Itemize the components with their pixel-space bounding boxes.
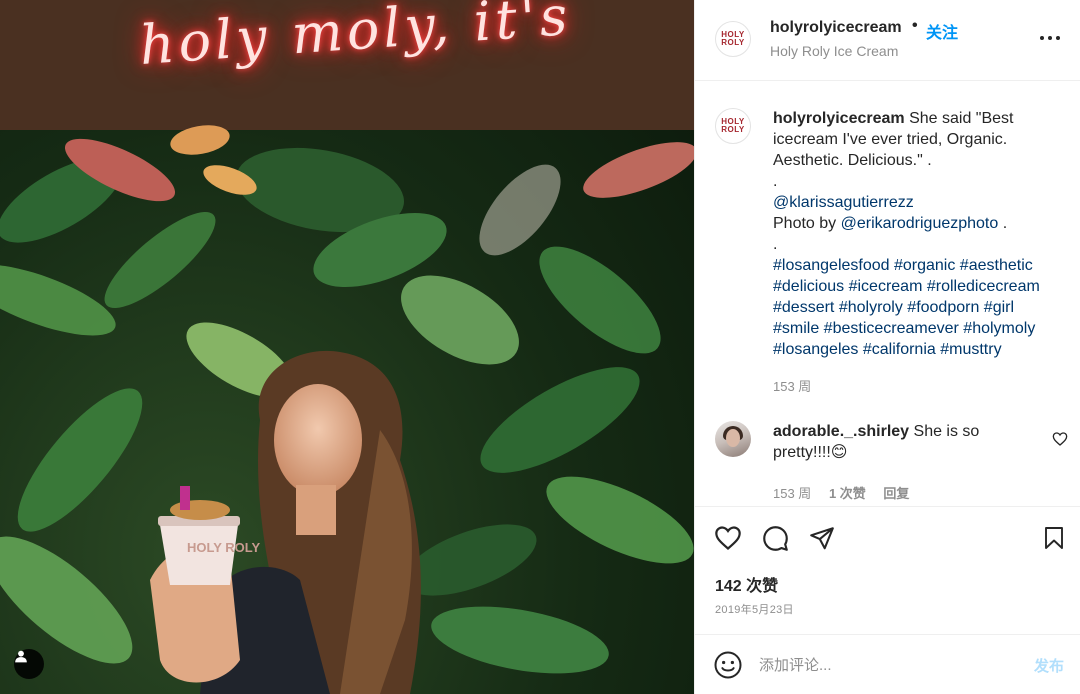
plant-wall-background: HOLY ROLY bbox=[0, 0, 694, 694]
more-options-button[interactable] bbox=[1036, 26, 1064, 50]
caption-text: . bbox=[773, 173, 778, 190]
comment: adorable._.shirley She is so pretty!!!!😊 bbox=[773, 421, 1023, 463]
hashtag-line[interactable]: #losangeles #california #musttry bbox=[773, 339, 1063, 360]
user-tag-button[interactable] bbox=[14, 649, 44, 679]
caption-text: icecream I've ever tried, Organic. bbox=[773, 131, 1008, 148]
post-detail-panel: HOLY ROLY holyrolyicecream • 关注 Holy Rol… bbox=[694, 0, 1080, 694]
hashtag-line[interactable]: #losangelesfood #organic #aesthetic bbox=[773, 255, 1063, 276]
comment-meta: 153 周 1 次赞 回复 bbox=[773, 483, 923, 502]
hashtag-line[interactable]: #dessert #holyroly #foodporn #girl bbox=[773, 297, 1063, 318]
avatar-logo: HOLY ROLY bbox=[721, 30, 745, 47]
caption-text: . bbox=[773, 236, 778, 253]
post-comment-button[interactable]: 发布 bbox=[1034, 655, 1064, 676]
commenter-avatar[interactable] bbox=[715, 421, 751, 457]
post-date: 2019年5月23日 bbox=[715, 604, 794, 616]
likes-count[interactable]: 142 次赞 bbox=[715, 572, 778, 596]
share-button[interactable] bbox=[807, 523, 837, 553]
follow-button[interactable]: 关注 bbox=[926, 19, 958, 43]
caption-time[interactable]: 153 周 bbox=[773, 376, 811, 395]
comment-like-button[interactable] bbox=[1052, 431, 1068, 447]
comment-form: 发布 bbox=[695, 634, 1080, 694]
post-header: HOLY ROLY holyrolyicecream • 关注 Holy Rol… bbox=[695, 0, 1080, 81]
comment-button[interactable] bbox=[760, 523, 790, 553]
comment-username[interactable]: adorable._.shirley bbox=[773, 423, 909, 440]
caption-username[interactable]: holyrolyicecream bbox=[773, 110, 905, 127]
caption-text: . bbox=[998, 215, 1008, 232]
save-button[interactable] bbox=[1039, 523, 1069, 553]
user-icon bbox=[15, 650, 27, 663]
like-button[interactable] bbox=[713, 523, 743, 553]
comment-time[interactable]: 153 周 bbox=[773, 486, 811, 501]
header-separator: • bbox=[912, 17, 918, 34]
more-horizontal-icon bbox=[1040, 36, 1060, 40]
comment-likes[interactable]: 1 次赞 bbox=[829, 486, 866, 501]
heart-icon bbox=[715, 526, 741, 550]
comment-input[interactable] bbox=[759, 651, 1019, 679]
post-photo[interactable]: HOLY ROLY holy moly, it's bbox=[0, 0, 694, 694]
hashtag-line[interactable]: #delicious #icecream #rolledicecream bbox=[773, 276, 1063, 297]
account-avatar[interactable]: HOLY ROLY bbox=[715, 21, 751, 57]
header-username[interactable]: holyrolyicecream bbox=[770, 19, 902, 37]
smile-icon bbox=[714, 651, 742, 679]
post-caption: holyrolyicecream She said "Best icecream… bbox=[773, 108, 1063, 360]
caption-text: She said "Best bbox=[909, 110, 1014, 127]
cup-logo: HOLY ROLY bbox=[187, 540, 261, 555]
post-actions: 142 次赞 2019年5月23日 bbox=[695, 506, 1080, 634]
emoji-button[interactable] bbox=[713, 650, 743, 680]
bookmark-icon bbox=[1045, 527, 1063, 549]
reply-button[interactable]: 回复 bbox=[883, 486, 909, 501]
header-subtitle: Holy Roly Ice Cream bbox=[770, 43, 899, 59]
hashtag-line[interactable]: #smile #besticecreamever #holymoly bbox=[773, 318, 1063, 339]
mention-link[interactable]: @klarissagutierrezz bbox=[773, 192, 1063, 213]
speech-bubble-icon bbox=[762, 525, 788, 551]
caption-text: Aesthetic. Delicious." . bbox=[773, 152, 932, 169]
avatar-logo: HOLY ROLY bbox=[721, 117, 745, 134]
paper-plane-icon bbox=[810, 527, 834, 550]
caption-avatar[interactable]: HOLY ROLY bbox=[715, 108, 751, 144]
mention-link[interactable]: @erikarodriguezphoto bbox=[841, 215, 999, 232]
heart-icon bbox=[1052, 432, 1068, 446]
caption-text: Photo by bbox=[773, 215, 837, 232]
